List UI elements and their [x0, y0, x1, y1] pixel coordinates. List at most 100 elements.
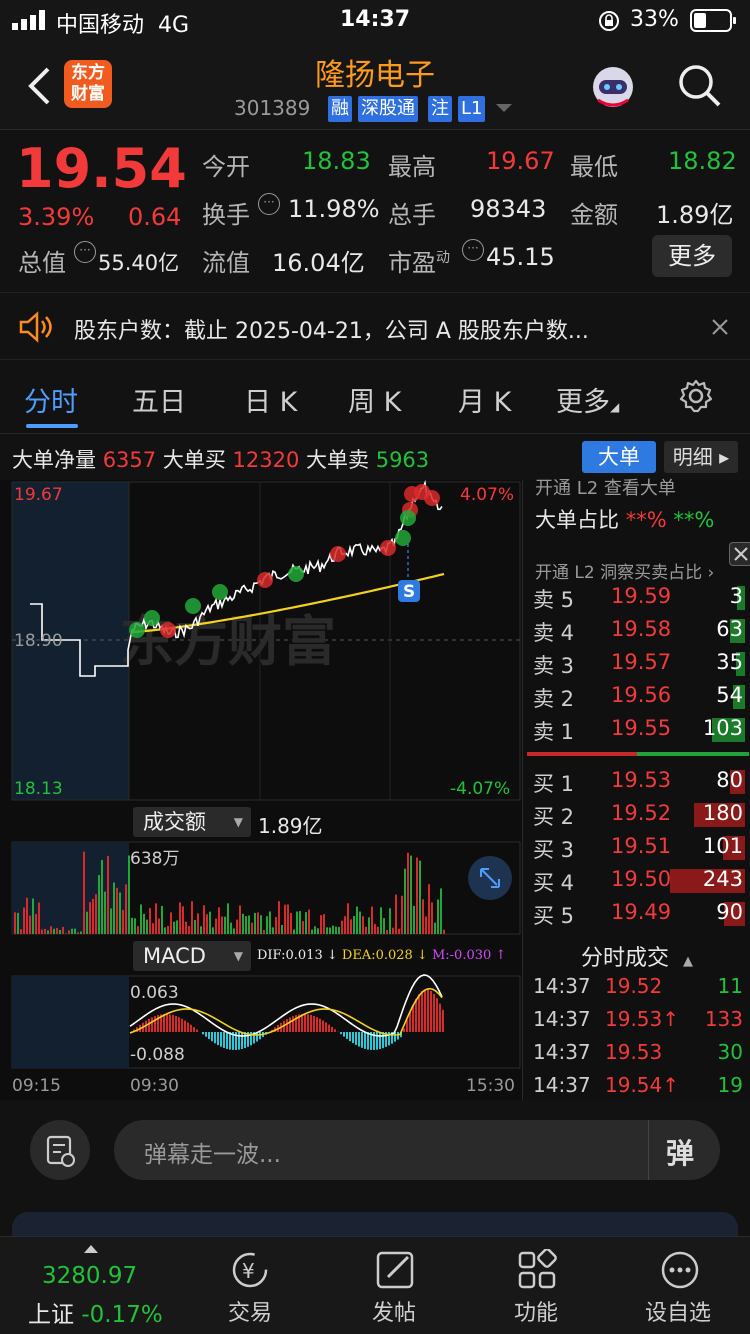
info-icon[interactable]: ··· — [74, 241, 96, 263]
macd-bar — [202, 1032, 204, 1035]
volume-bar — [137, 926, 139, 934]
stock-code: 301389 — [234, 96, 311, 120]
macd-bar — [214, 1032, 216, 1044]
search-icon[interactable] — [676, 62, 722, 108]
stock-header: 东方 财富 隆扬电子 301389 融 深股通 注 L1 — [0, 40, 750, 130]
ask-row-3[interactable]: 卖 3 19.57 35 — [523, 648, 750, 680]
volume-bar — [383, 918, 385, 934]
volume-bar — [263, 929, 265, 934]
volume-bar — [83, 851, 85, 934]
macd-bar — [364, 1032, 366, 1049]
macd-bar — [217, 1032, 219, 1046]
danmaku-input[interactable]: 弹幕走一波... 弹 — [114, 1120, 720, 1180]
tab-daily-k[interactable]: 日 K — [244, 380, 297, 419]
grid-apps-icon[interactable] — [516, 1249, 560, 1291]
status-bar: 中国移动 4G 14:37 33% — [0, 0, 750, 40]
macd-bar — [328, 1024, 330, 1032]
tab-trade[interactable]: 交易 — [190, 1295, 310, 1327]
tab-post[interactable]: 发帖 — [334, 1295, 454, 1327]
volume-bar — [188, 926, 190, 934]
macd-bar — [184, 1020, 186, 1032]
l2-hint[interactable]: 开通 L2 洞察买卖占比 › — [535, 558, 714, 583]
book-vol: 180 — [702, 801, 743, 825]
volume-bar — [353, 916, 355, 934]
bid-row-3[interactable]: 买 3 19.51 101 — [523, 832, 750, 864]
tab-intraday[interactable]: 分时 — [24, 380, 78, 419]
gear-icon[interactable] — [678, 378, 714, 414]
bid-row-4[interactable]: 买 4 19.50 243 — [523, 865, 750, 897]
volume-bar — [332, 925, 334, 934]
tag-registered[interactable]: 注 — [428, 96, 452, 122]
intraday-chart[interactable]: 东方财富 S 19.67 18.90 18.13 4.07% -4.07% 63… — [0, 479, 522, 1100]
book-vol: 63 — [716, 617, 743, 641]
macd-bar — [223, 1032, 225, 1048]
news-ticker[interactable]: 股东户数：截止 2025-04-21，公司 A 股股东户数... — [0, 292, 750, 360]
volume-bar — [416, 857, 418, 934]
yuan-exchange-icon[interactable]: ¥ — [228, 1249, 272, 1291]
macd-bar — [331, 1026, 333, 1032]
macd-bar — [148, 1018, 150, 1032]
volume-bar — [440, 888, 442, 934]
detail-button[interactable]: 明细 ▸ — [664, 441, 738, 473]
info-icon[interactable]: ··· — [258, 193, 280, 215]
ask-row-4[interactable]: 卖 2 19.56 54 — [523, 681, 750, 713]
volume-bar — [122, 910, 124, 934]
tab-more[interactable]: 更多◢ — [556, 380, 619, 419]
ask-row-5[interactable]: 卖 1 19.55 103 — [523, 714, 750, 746]
ratio-bar-sell — [637, 752, 749, 756]
volume-bar — [386, 929, 388, 934]
tab-functions[interactable]: 功能 — [476, 1295, 596, 1327]
tag-margin[interactable]: 融 — [328, 96, 352, 122]
bid-row-5[interactable]: 买 5 19.49 90 — [523, 898, 750, 930]
tab-five-day[interactable]: 五日 — [132, 380, 186, 419]
index-change[interactable]: 上证 -0.17% — [28, 1295, 163, 1329]
big-order-dot — [129, 622, 145, 638]
macd-bar — [433, 993, 435, 1032]
info-icon[interactable]: ··· — [462, 239, 484, 261]
volume-bar — [44, 928, 46, 934]
index-value[interactable]: 3280.97 — [42, 1263, 137, 1289]
dropdown-arrow-icon[interactable] — [496, 104, 512, 114]
quote-panel: 19.54 3.39% 0.64 今开 18.83 最高 19.67 最低 18… — [0, 131, 750, 291]
ask-row-2[interactable]: 卖 4 19.58 63 — [523, 615, 750, 647]
macd-bar — [397, 1032, 399, 1040]
macd-bar — [190, 1024, 192, 1032]
volume-bar — [74, 928, 76, 934]
time-open-label: 09:30 — [130, 1076, 179, 1096]
volume-selector[interactable]: 成交额 ▼ — [133, 807, 251, 837]
compose-icon[interactable] — [374, 1249, 418, 1291]
macd-selector[interactable]: MACD ▼ — [133, 941, 251, 971]
bid-row-2[interactable]: 买 2 19.52 180 — [523, 799, 750, 831]
book-side: 卖 3 — [533, 654, 575, 678]
close-icon[interactable] — [710, 317, 730, 337]
volume-bar — [227, 903, 229, 934]
tab-add-watchlist[interactable]: 设自选 — [618, 1295, 738, 1327]
macd-bar — [226, 1032, 228, 1049]
mktcap-value: 55.40亿 — [98, 251, 180, 275]
macd-bar — [166, 1014, 168, 1032]
close-icon[interactable] — [729, 542, 750, 566]
big-order-button[interactable]: 大单 — [582, 441, 656, 473]
volume-bar — [323, 914, 325, 934]
volume-bar — [428, 884, 430, 934]
tab-monthly-k[interactable]: 月 K — [458, 380, 511, 419]
ask-row-1[interactable]: 卖 5 19.59 3 — [523, 582, 750, 614]
volume-bar — [320, 915, 322, 934]
more-button[interactable]: 更多 — [652, 235, 732, 277]
danmaku-send-button[interactable]: 弹 — [666, 1132, 694, 1172]
volume-bar — [392, 927, 394, 934]
bid-row-1[interactable]: 买 1 19.53 80 — [523, 766, 750, 798]
danmaku-settings-icon[interactable] — [30, 1120, 90, 1180]
tag-level[interactable]: L1 — [458, 96, 486, 122]
macd-bar — [379, 1032, 381, 1050]
robot-assistant-icon[interactable] — [588, 62, 638, 112]
tab-weekly-k[interactable]: 周 K — [348, 380, 401, 419]
big-order-dot — [424, 490, 440, 506]
ticks-header[interactable]: 分时成交 ▲ — [523, 940, 750, 972]
more-circle-icon[interactable] — [658, 1249, 702, 1291]
macd-bar — [154, 1016, 156, 1032]
tag-connect[interactable]: 深股通 — [358, 96, 418, 122]
macd-histogram — [133, 989, 444, 1050]
volume-bar — [125, 884, 127, 934]
volume-bar — [173, 921, 175, 934]
